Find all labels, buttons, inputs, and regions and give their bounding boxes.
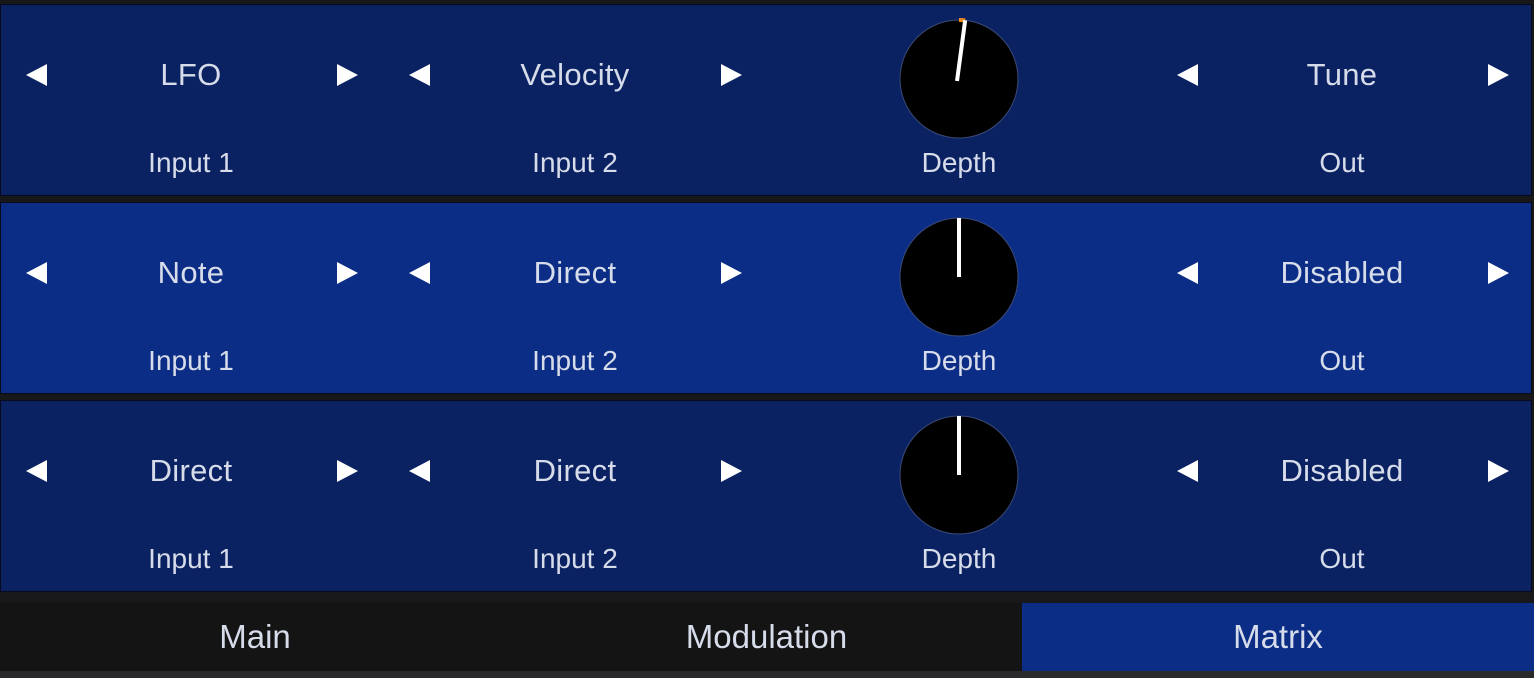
out-prev-button[interactable] (1167, 57, 1207, 93)
triangle-left-icon (26, 460, 47, 482)
input2-label: Input 2 (532, 345, 618, 376)
input1-selector: Direct Input 1 (1, 401, 383, 593)
tab-modulation[interactable]: Modulation (511, 603, 1022, 671)
depth-label: Depth (921, 345, 997, 376)
triangle-right-icon (1488, 262, 1509, 284)
triangle-left-icon (26, 262, 47, 284)
triangle-left-icon (1177, 64, 1198, 86)
input1-prev-button[interactable] (16, 57, 56, 93)
out-prev-button[interactable] (1167, 255, 1207, 291)
out-value[interactable]: Disabled (1211, 451, 1473, 491)
out-value[interactable]: Tune (1211, 55, 1473, 95)
input1-next-button[interactable] (328, 255, 368, 291)
input2-selector: Direct Input 2 (384, 401, 766, 593)
input2-next-button[interactable] (712, 57, 752, 93)
matrix-slot-1: LFO Input 1 Velocity Input 2 Depth Tune … (0, 4, 1532, 196)
tab-bar: Main Modulation Matrix (0, 603, 1534, 671)
triangle-right-icon (721, 64, 742, 86)
input1-value[interactable]: LFO (61, 55, 321, 95)
out-label: Out (1319, 147, 1365, 178)
triangle-left-icon (409, 262, 430, 284)
matrix-slot-3: Direct Input 1 Direct Input 2 Depth Disa… (0, 400, 1532, 592)
triangle-left-icon (409, 460, 430, 482)
out-next-button[interactable] (1479, 255, 1519, 291)
matrix-slot-2: Note Input 1 Direct Input 2 Depth Disabl… (0, 202, 1532, 394)
depth-control: Depth (767, 203, 1151, 395)
out-next-button[interactable] (1479, 57, 1519, 93)
matrix-page: LFO Input 1 Velocity Input 2 Depth Tune … (0, 0, 1534, 678)
input2-value[interactable]: Direct (444, 451, 706, 491)
input2-next-button[interactable] (712, 453, 752, 489)
out-selector: Disabled Out (1151, 203, 1533, 395)
input1-selector: Note Input 1 (1, 203, 383, 395)
depth-control: Depth (767, 5, 1151, 197)
input2-value[interactable]: Velocity (444, 55, 706, 95)
input1-value[interactable]: Direct (61, 451, 321, 491)
input1-next-button[interactable] (328, 57, 368, 93)
input1-next-button[interactable] (328, 453, 368, 489)
tab-matrix[interactable]: Matrix (1022, 603, 1534, 671)
input1-value[interactable]: Note (61, 253, 321, 293)
triangle-left-icon (1177, 262, 1198, 284)
input2-prev-button[interactable] (399, 453, 439, 489)
input2-next-button[interactable] (712, 255, 752, 291)
input2-value[interactable]: Direct (444, 253, 706, 293)
triangle-left-icon (26, 64, 47, 86)
input2-label: Input 2 (532, 543, 618, 574)
triangle-right-icon (337, 64, 358, 86)
out-selector: Tune Out (1151, 5, 1533, 197)
input1-prev-button[interactable] (16, 255, 56, 291)
out-label: Out (1319, 543, 1365, 574)
input2-label: Input 2 (532, 147, 618, 178)
triangle-right-icon (721, 460, 742, 482)
triangle-right-icon (1488, 64, 1509, 86)
triangle-right-icon (1488, 460, 1509, 482)
depth-label: Depth (921, 543, 997, 574)
input1-selector: LFO Input 1 (1, 5, 383, 197)
out-prev-button[interactable] (1167, 453, 1207, 489)
input2-selector: Direct Input 2 (384, 203, 766, 395)
depth-label: Depth (921, 147, 997, 178)
out-value[interactable]: Disabled (1211, 253, 1473, 293)
triangle-right-icon (337, 262, 358, 284)
bottom-border (0, 671, 1534, 678)
input1-prev-button[interactable] (16, 453, 56, 489)
triangle-right-icon (337, 460, 358, 482)
depth-knob[interactable] (897, 413, 1021, 537)
input1-label: Input 1 (148, 543, 234, 574)
depth-knob[interactable] (897, 17, 1021, 141)
out-selector: Disabled Out (1151, 401, 1533, 593)
depth-knob[interactable] (897, 215, 1021, 339)
tab-main[interactable]: Main (0, 603, 510, 671)
input2-prev-button[interactable] (399, 57, 439, 93)
input1-label: Input 1 (148, 345, 234, 376)
triangle-left-icon (409, 64, 430, 86)
depth-control: Depth (767, 401, 1151, 593)
triangle-left-icon (1177, 460, 1198, 482)
out-label: Out (1319, 345, 1365, 376)
input2-prev-button[interactable] (399, 255, 439, 291)
input2-selector: Velocity Input 2 (384, 5, 766, 197)
input1-label: Input 1 (148, 147, 234, 178)
triangle-right-icon (721, 262, 742, 284)
out-next-button[interactable] (1479, 453, 1519, 489)
